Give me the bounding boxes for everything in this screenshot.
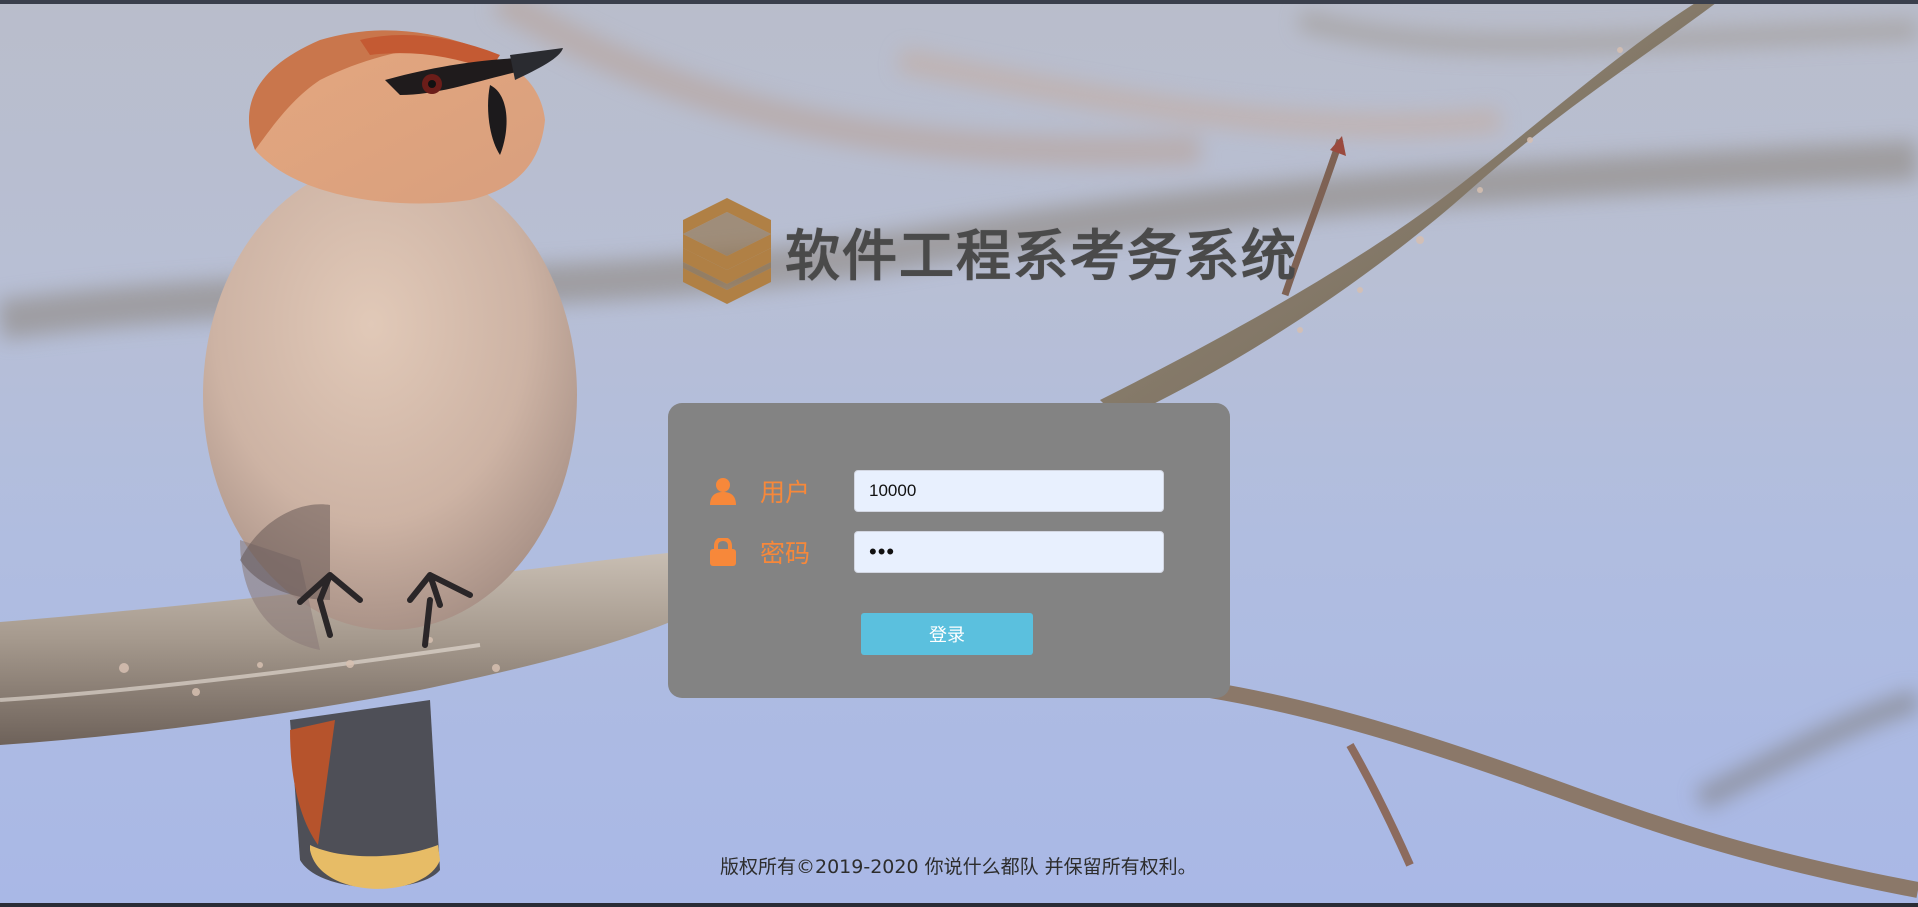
password-input[interactable] bbox=[854, 531, 1164, 573]
username-input[interactable] bbox=[854, 470, 1164, 512]
password-label: 密码 bbox=[760, 539, 811, 568]
login-form: 用户 密码 登录 bbox=[668, 403, 1230, 698]
username-row: 用户 bbox=[710, 470, 1164, 512]
window-top-edge bbox=[0, 0, 1918, 4]
login-page: 软件工程系考务系统 用户 密码 登录 版权所有©2019-2020 你说什么都队… bbox=[0, 0, 1918, 907]
copyright-footer: 版权所有©2019-2020 你说什么都队 并保留所有权利。 bbox=[720, 856, 1197, 878]
password-row: 密码 bbox=[710, 531, 1164, 573]
user-icon bbox=[710, 478, 736, 505]
window-bottom-edge bbox=[0, 903, 1918, 907]
layered-s-logo-icon bbox=[683, 198, 771, 304]
system-title: 软件工程系考务系统 bbox=[785, 224, 1299, 288]
brand-logo: 软件工程系考务系统 bbox=[683, 198, 1298, 304]
username-label: 用户 bbox=[760, 478, 811, 507]
login-button[interactable]: 登录 bbox=[861, 613, 1033, 655]
lock-icon bbox=[710, 538, 736, 566]
